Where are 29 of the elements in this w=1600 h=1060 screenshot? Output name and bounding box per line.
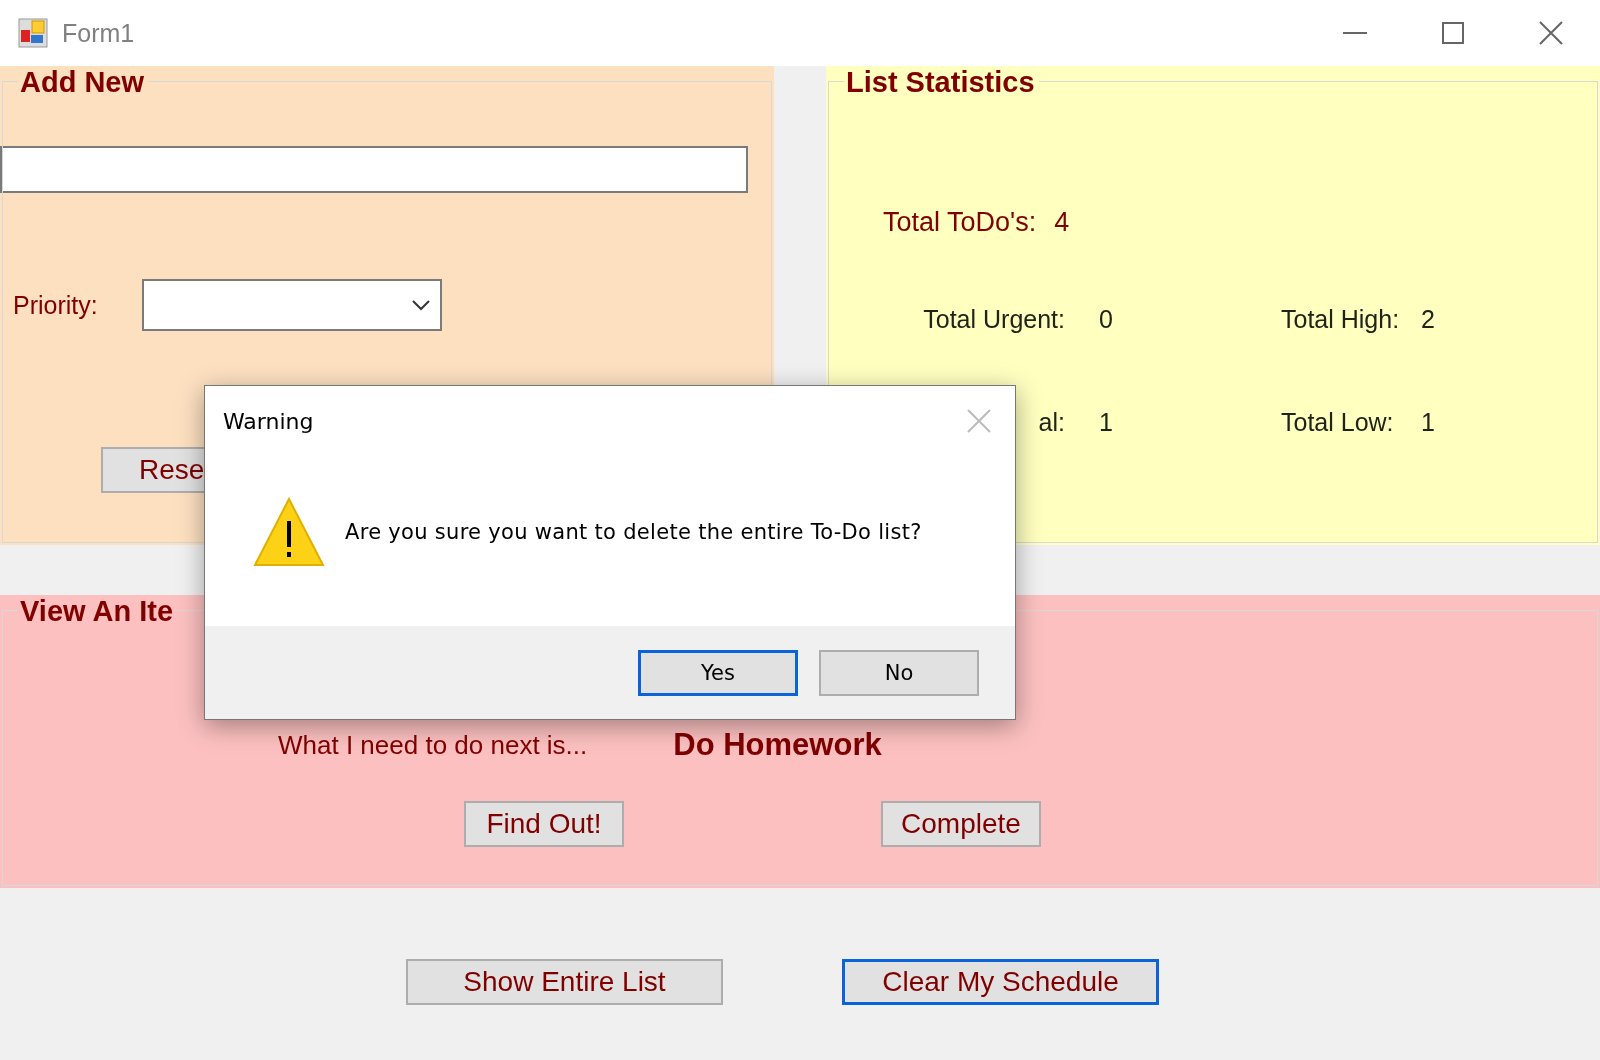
action-button[interactable]: Show Entire List <box>406 959 723 1005</box>
stat-value: 1 <box>1421 408 1436 437</box>
input-field[interactable] <box>0 146 748 193</box>
next-item-text: Do Homework <box>673 727 882 763</box>
stat-value: 1 <box>1098 408 1114 437</box>
maximize-icon[interactable] <box>1442 22 1464 44</box>
app-icon <box>18 18 48 48</box>
stat-label: Total ToDo's: <box>883 206 1037 238</box>
action-button[interactable]: Find Out! <box>464 801 624 847</box>
chevron-down-icon <box>411 299 430 311</box>
priority-label: Priority: <box>13 290 98 320</box>
stat-label: Total Low: <box>1280 408 1394 437</box>
stat-label: al: <box>1038 408 1065 437</box>
dialog-button[interactable]: No <box>819 649 979 696</box>
stat-value: 2 <box>1421 305 1436 334</box>
close-icon[interactable] <box>1539 21 1563 45</box>
dialog-title: Warning <box>223 408 314 434</box>
stat-value: 0 <box>1098 305 1114 334</box>
stat-label: Total High: <box>1280 305 1400 334</box>
stat-label: Total Urgent: <box>923 305 1065 334</box>
dialog-button[interactable]: Yes <box>638 649 798 696</box>
prompt-text: What I need to do next is... <box>278 729 588 761</box>
warning-icon <box>253 497 325 567</box>
priority-dropdown[interactable] <box>141 279 442 331</box>
stat-value: 4 <box>1054 206 1070 238</box>
window-title: Form1 <box>62 18 136 48</box>
action-button[interactable]: Complete <box>881 801 1041 847</box>
action-button[interactable]: Clear My Schedule <box>842 959 1159 1005</box>
dialog-message: Are you sure you want to delete the entire To-Do list? <box>345 520 922 544</box>
